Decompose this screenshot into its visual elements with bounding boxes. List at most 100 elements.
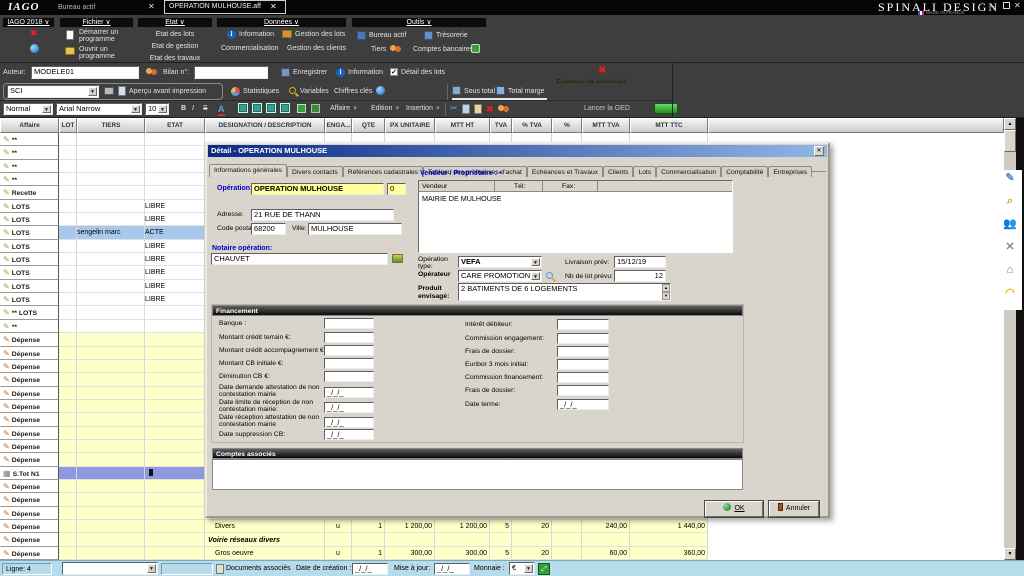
- grid-cell[interactable]: [59, 373, 77, 386]
- auteur-input[interactable]: MODELE01: [31, 66, 139, 79]
- grid-cell[interactable]: [77, 306, 145, 319]
- preview-icon[interactable]: [118, 86, 126, 96]
- grid-cell[interactable]: [145, 160, 205, 173]
- grid-cell[interactable]: [59, 507, 77, 520]
- save-button[interactable]: Enregistrer: [293, 69, 327, 76]
- grid-cell[interactable]: ✎Dépense: [0, 400, 59, 413]
- sci-dropdown-icon[interactable]: ▼: [88, 87, 97, 96]
- menu-item-bureau-actif[interactable]: Bureau actif: [369, 32, 406, 39]
- variables-button[interactable]: Variables: [300, 88, 329, 95]
- grid-cell[interactable]: [552, 520, 582, 533]
- grid-cell[interactable]: LIBRE: [145, 253, 205, 266]
- total-marge-icon[interactable]: [496, 86, 505, 95]
- grid-cell[interactable]: [77, 400, 145, 413]
- documents-associes-button[interactable]: Documents associés: [226, 565, 291, 572]
- grid-cell[interactable]: [59, 440, 77, 453]
- financement-input[interactable]: [557, 359, 609, 370]
- grid-cell[interactable]: ✎LOTS: [0, 293, 59, 306]
- grid-cell[interactable]: [59, 400, 77, 413]
- grid-cell[interactable]: [145, 373, 205, 386]
- financement-input[interactable]: _/_/_: [557, 399, 609, 410]
- grid-cell[interactable]: [77, 186, 145, 199]
- grid-cell[interactable]: [145, 360, 205, 373]
- grid-cell[interactable]: [77, 213, 145, 226]
- grid-cell[interactable]: ✎LOTS: [0, 226, 59, 239]
- grid-cell[interactable]: LIBRE: [145, 293, 205, 306]
- financement-input[interactable]: [557, 333, 609, 344]
- scrollbar-thumb[interactable]: [1004, 130, 1016, 152]
- grid-cell[interactable]: ✎Dépense: [0, 533, 59, 546]
- dialog-tab-informations-g-n-rales[interactable]: Informations générales: [209, 164, 287, 177]
- tab-document-close-icon[interactable]: ✕: [270, 2, 277, 11]
- statistics-icon[interactable]: [231, 87, 240, 96]
- column-header-12[interactable]: MTT TVA: [582, 118, 630, 133]
- grid-cell[interactable]: [77, 493, 145, 506]
- grid-cell[interactable]: [77, 520, 145, 533]
- documents-icon[interactable]: [216, 564, 224, 574]
- financement-input[interactable]: [557, 385, 609, 396]
- grid-cell[interactable]: ✎Dépense: [0, 547, 59, 560]
- column-header-8[interactable]: MTT HT: [435, 118, 490, 133]
- grid-cell[interactable]: ✎Dépense: [0, 360, 59, 373]
- grid-cell[interactable]: [77, 373, 145, 386]
- grid-cell[interactable]: LIBRE: [145, 200, 205, 213]
- grid-cell[interactable]: ✎LOTS: [0, 213, 59, 226]
- align-left-icon[interactable]: [238, 103, 248, 113]
- grid-cell[interactable]: [145, 320, 205, 333]
- restore-icon[interactable]: [1003, 2, 1010, 9]
- grid-cell[interactable]: ✎LOTS: [0, 266, 59, 279]
- financement-input[interactable]: _/_/_: [324, 387, 374, 398]
- close-window-icon[interactable]: ✕: [1014, 1, 1021, 10]
- strike-button[interactable]: S: [203, 105, 208, 112]
- grid-cell[interactable]: ✎Dépense: [0, 507, 59, 520]
- grid-cell[interactable]: 360,00: [630, 547, 708, 560]
- grid-cell[interactable]: [59, 226, 77, 239]
- contacts-icon[interactable]: 👥: [1002, 216, 1018, 232]
- scroll-down-icon[interactable]: ▼: [1004, 548, 1016, 560]
- align-right-icon[interactable]: [266, 103, 276, 113]
- column-header-2[interactable]: TIERS: [77, 118, 145, 133]
- menu-item-etat-lots[interactable]: Etat des lots: [137, 31, 213, 38]
- grid-cell[interactable]: [145, 413, 205, 426]
- grid-cell[interactable]: [145, 507, 205, 520]
- grid-cell[interactable]: ✎** LOTS: [0, 306, 59, 319]
- dialog-title-bar[interactable]: Détail - OPERATION MULHOUSE: [208, 145, 827, 157]
- monnaie-dropdown-icon[interactable]: ▼: [524, 564, 533, 573]
- copy-icon[interactable]: [462, 104, 470, 114]
- livraison-input[interactable]: 15/12/19: [614, 256, 666, 268]
- grid-cell[interactable]: [59, 333, 77, 346]
- grid-cell[interactable]: [77, 266, 145, 279]
- tiers-icon[interactable]: [390, 45, 401, 54]
- grid-cell[interactable]: Divers: [205, 520, 325, 533]
- fermer-logiciel-icon[interactable]: ✖: [598, 65, 606, 76]
- menu-item-gestion-clients[interactable]: Gestion des clients: [287, 45, 346, 52]
- grid-cell[interactable]: [145, 427, 205, 440]
- produit-spin-down-icon[interactable]: ▼: [662, 292, 670, 300]
- monnaie-select[interactable]: €▼: [509, 562, 535, 575]
- delete-icon[interactable]: ✖: [486, 104, 494, 115]
- grid-cell[interactable]: [77, 507, 145, 520]
- ville-input[interactable]: MULHOUSE: [308, 223, 402, 235]
- total-marge-button[interactable]: Total marge: [508, 88, 545, 95]
- operation-input[interactable]: OPERATION MULHOUSE: [251, 183, 384, 195]
- grid-cell[interactable]: 1 440,00: [630, 520, 708, 533]
- operateur-dropdown-icon[interactable]: ▼: [531, 272, 540, 280]
- grid-cell[interactable]: [145, 347, 205, 360]
- quit-icon[interactable]: ✖: [30, 28, 38, 39]
- grid-cell[interactable]: [77, 387, 145, 400]
- font-dropdown-icon[interactable]: ▼: [131, 105, 140, 113]
- column-header-7[interactable]: PX UNITAIRE: [385, 118, 435, 133]
- bureau-actif-icon[interactable]: [357, 31, 366, 40]
- column-header-0[interactable]: Affaire: [0, 118, 59, 133]
- grid-cell[interactable]: [59, 293, 77, 306]
- menu-item-gestion-lots[interactable]: Gestion des lots: [295, 31, 345, 38]
- grid-cell[interactable]: LIBRE: [145, 280, 205, 293]
- grid-cell[interactable]: [77, 200, 145, 213]
- grid-cell[interactable]: [77, 427, 145, 440]
- menu-etat[interactable]: Etat ∨: [137, 17, 213, 28]
- grid-cell[interactable]: ✎Dépense: [0, 413, 59, 426]
- info-icon[interactable]: i: [336, 68, 345, 77]
- grid-cell[interactable]: [145, 547, 205, 560]
- grid-cell[interactable]: 300,00: [385, 547, 435, 560]
- grid-cell[interactable]: [59, 133, 77, 146]
